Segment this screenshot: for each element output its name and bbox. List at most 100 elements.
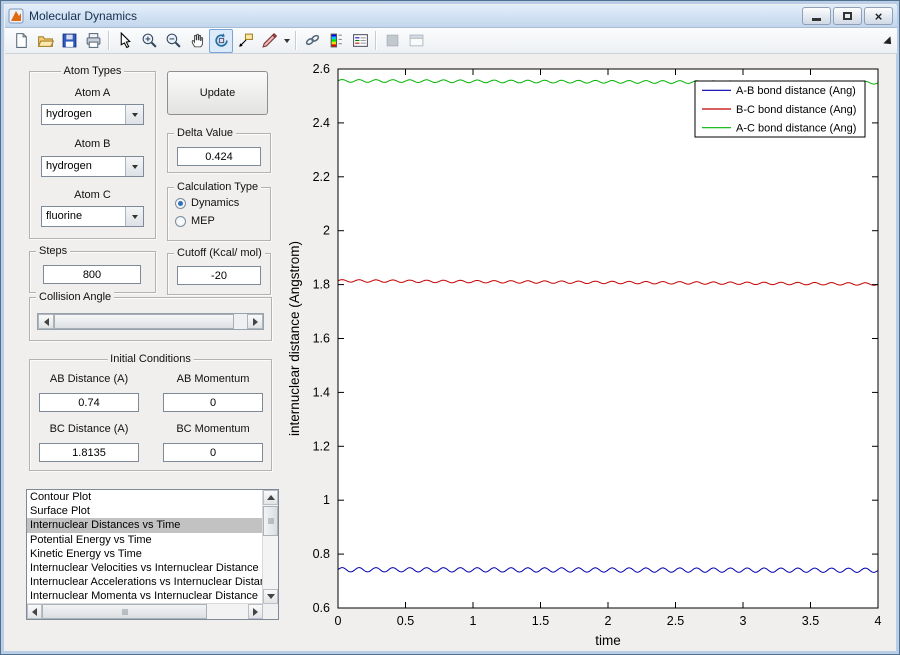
ab-momentum-input[interactable] xyxy=(163,393,263,412)
scroll-down-button[interactable] xyxy=(263,589,278,604)
atom-b-label: Atom B xyxy=(29,138,156,150)
chevron-down-icon xyxy=(125,207,143,226)
group-title: Calculation Type xyxy=(174,181,261,193)
svg-text:1.5: 1.5 xyxy=(532,614,549,628)
insert-colorbar-button[interactable] xyxy=(324,29,348,53)
close-icon: × xyxy=(875,10,883,23)
svg-text:2.6: 2.6 xyxy=(313,62,330,76)
svg-text:2.5: 2.5 xyxy=(667,614,684,628)
title-bar[interactable]: Molecular Dynamics × xyxy=(5,5,897,28)
rotate-3d-icon xyxy=(213,32,230,49)
radio-mep[interactable]: MEP xyxy=(175,215,215,227)
rotate-3d-button[interactable] xyxy=(209,29,233,53)
open-file-button[interactable] xyxy=(33,29,57,53)
atom-c-select[interactable]: fluorine xyxy=(41,206,144,227)
slider-left-arrow[interactable] xyxy=(38,314,54,329)
insert-legend-button[interactable] xyxy=(348,29,372,53)
chevron-down-icon xyxy=(125,105,143,124)
radio-label: MEP xyxy=(191,215,215,227)
scroll-left-button[interactable] xyxy=(27,604,42,619)
list-item[interactable]: Internuclear Accelerations vs Internucle… xyxy=(27,575,263,589)
zoom-in-button[interactable] xyxy=(137,29,161,53)
zoom-out-button[interactable] xyxy=(161,29,185,53)
data-cursor-button[interactable] xyxy=(233,29,257,53)
svg-text:2: 2 xyxy=(323,224,330,238)
atom-a-select[interactable]: hydrogen xyxy=(41,104,144,125)
selected-value: hydrogen xyxy=(42,157,125,176)
minimize-button[interactable] xyxy=(802,7,831,25)
arrow-left-icon xyxy=(44,318,49,326)
svg-text:0.8: 0.8 xyxy=(313,547,330,561)
brush-button[interactable] xyxy=(257,29,281,53)
atom-b-select[interactable]: hydrogen xyxy=(41,156,144,177)
scroll-right-button[interactable] xyxy=(248,604,263,619)
hide-plot-tools-button[interactable] xyxy=(380,29,404,53)
arrow-right-icon xyxy=(253,608,258,616)
selected-value: fluorine xyxy=(42,207,125,226)
toolbar-overflow-icon[interactable] xyxy=(883,36,894,47)
arrow-down-icon xyxy=(267,594,275,599)
window-title: Molecular Dynamics xyxy=(29,9,137,23)
new-figure-button[interactable] xyxy=(9,29,33,53)
delta-value-input[interactable] xyxy=(177,147,261,166)
svg-text:0.6: 0.6 xyxy=(313,601,330,615)
svg-text:4: 4 xyxy=(875,614,882,628)
vertical-scrollbar[interactable] xyxy=(262,490,278,604)
bc-momentum-input[interactable] xyxy=(163,443,263,462)
slider-right-arrow[interactable] xyxy=(247,314,263,329)
list-item[interactable]: Surface Plot xyxy=(27,504,263,518)
radio-icon xyxy=(175,216,186,227)
brush-dropdown-button[interactable] xyxy=(281,30,292,52)
svg-text:1: 1 xyxy=(470,614,477,628)
save-icon xyxy=(61,32,78,49)
update-button[interactable]: Update xyxy=(167,71,268,115)
open-folder-icon xyxy=(37,32,54,49)
atom-a-label: Atom A xyxy=(29,87,156,99)
print-figure-button[interactable] xyxy=(81,29,105,53)
svg-text:2.2: 2.2 xyxy=(313,170,330,184)
thumb-grip xyxy=(122,609,127,615)
slider-thumb[interactable] xyxy=(54,314,234,329)
list-item[interactable]: Potential Energy vs Time xyxy=(27,533,263,547)
link-plot-button[interactable] xyxy=(300,29,324,53)
maximize-button[interactable] xyxy=(833,7,862,25)
dock-figure-button[interactable] xyxy=(404,29,428,53)
horizontal-scrollbar[interactable] xyxy=(27,603,263,619)
list-item[interactable]: Internuclear Momenta vs Internuclear Dis… xyxy=(27,589,263,603)
svg-text:A-C bond distance (Ang): A-C bond distance (Ang) xyxy=(736,122,856,134)
cutoff-input[interactable] xyxy=(177,266,261,285)
svg-text:3: 3 xyxy=(740,614,747,628)
vertical-scroll-thumb[interactable] xyxy=(263,506,278,536)
edit-plot-button[interactable] xyxy=(113,29,137,53)
chevron-down-icon xyxy=(125,157,143,176)
horizontal-scroll-thumb[interactable] xyxy=(42,604,207,619)
plot-list: Contour PlotSurface PlotInternuclear Dis… xyxy=(27,490,263,604)
ab-distance-input[interactable] xyxy=(39,393,139,412)
close-button[interactable]: × xyxy=(864,7,893,25)
plot-type-listbox[interactable]: Contour PlotSurface PlotInternuclear Dis… xyxy=(26,489,279,620)
bc-distance-label: BC Distance (A) xyxy=(34,423,144,435)
group-title: Steps xyxy=(36,245,70,257)
svg-text:1.8: 1.8 xyxy=(313,278,330,292)
radio-dynamics[interactable]: Dynamics xyxy=(175,197,239,209)
bc-momentum-label: BC Momentum xyxy=(158,423,268,435)
svg-text:0.5: 0.5 xyxy=(397,614,414,628)
list-item[interactable]: Internuclear Velocities vs Internuclear … xyxy=(27,561,263,575)
svg-text:0: 0 xyxy=(335,614,342,628)
pan-button[interactable] xyxy=(185,29,209,53)
collision-angle-slider[interactable] xyxy=(37,313,264,330)
calculation-type-group: Calculation Type xyxy=(167,187,271,241)
svg-text:B-C bond distance (Ang): B-C bond distance (Ang) xyxy=(736,104,856,116)
list-item[interactable]: Contour Plot xyxy=(27,490,263,504)
list-item[interactable]: Kinetic Energy vs Time xyxy=(27,547,263,561)
svg-text:3.5: 3.5 xyxy=(802,614,819,628)
svg-text:1.4: 1.4 xyxy=(313,385,330,399)
legend-icon xyxy=(352,32,369,49)
steps-input[interactable] xyxy=(43,265,141,284)
scroll-up-button[interactable] xyxy=(263,490,278,505)
bc-distance-input[interactable] xyxy=(39,443,139,462)
radio-label: Dynamics xyxy=(191,197,239,209)
save-figure-button[interactable] xyxy=(57,29,81,53)
app-window: Molecular Dynamics × xyxy=(0,0,900,655)
list-item[interactable]: Internuclear Distances vs Time xyxy=(27,518,263,532)
